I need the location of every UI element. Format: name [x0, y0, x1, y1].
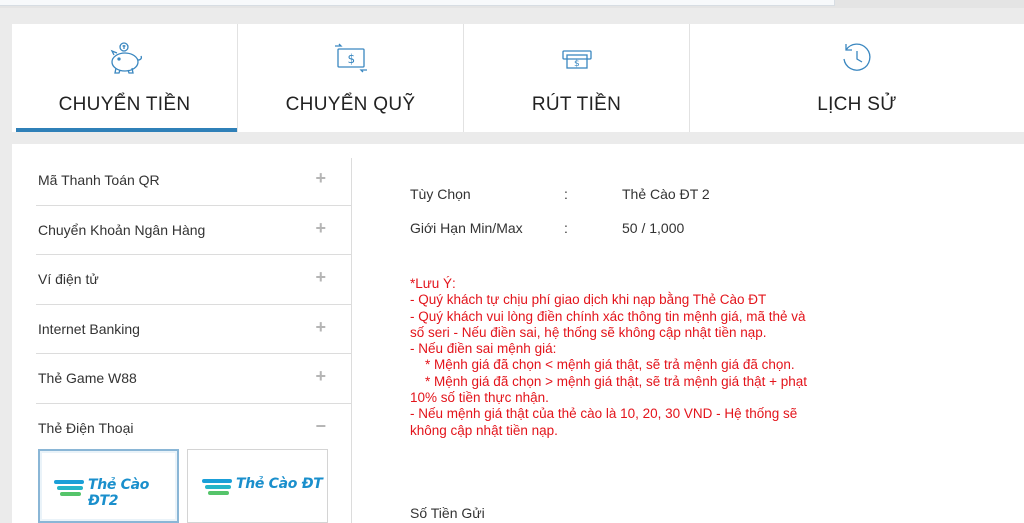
note-line: - Quý khách vui lòng điền chính xác thôn…: [410, 308, 810, 340]
sidebar-item-label: Mã Thanh Toán QR: [38, 172, 160, 188]
cash-withdraw-icon: $: [561, 50, 592, 69]
note-line: *Lưu Ý:: [410, 276, 456, 291]
sidebar-item-game-card[interactable]: Thẻ Game W88 +: [36, 354, 352, 404]
tab-label: CHUYỂN TIỀN: [58, 94, 191, 115]
amount-label: Số Tiền Gửi: [410, 505, 485, 521]
card-option-the-cao-dt[interactable]: Thẻ Cào ĐT: [187, 449, 328, 523]
sidebar-item-bank-transfer[interactable]: Chuyển Khoản Ngân Hàng +: [36, 206, 352, 255]
tab-label: CHUYỂN QUỸ: [285, 94, 416, 115]
sidebar-item-label: Thẻ Game W88: [38, 370, 137, 386]
card-logo-stripes: [54, 480, 84, 496]
sidebar-item-label: Chuyển Khoản Ngân Hàng: [38, 221, 206, 238]
tab-lich-su[interactable]: LỊCH SỬ: [690, 24, 1024, 132]
separator: :: [564, 220, 568, 236]
tab-chuyen-tien[interactable]: CHUYỂN TIỀN: [12, 24, 238, 132]
tab-label: LỊCH SỬ: [817, 94, 897, 115]
collapse-icon[interactable]: −: [315, 417, 326, 435]
sidebar-item-e-wallet[interactable]: Ví điện tử +: [36, 255, 352, 305]
note-line: - Nếu mệnh giá thật của thẻ cào là 10, 2…: [410, 406, 801, 438]
option-value: Thẻ Cào ĐT 2: [622, 186, 710, 202]
expand-icon[interactable]: +: [315, 367, 326, 385]
column-divider: [351, 158, 352, 523]
piggy-bank-icon: [110, 42, 142, 74]
card-option-label: Thẻ Cào ĐT: [236, 476, 323, 492]
sidebar-item-label: Thẻ Điện Thoại: [38, 419, 134, 436]
svg-text:$: $: [574, 59, 580, 69]
expand-icon[interactable]: +: [315, 219, 326, 237]
sidebar-item-label: Internet Banking: [38, 320, 140, 337]
top-strip: [0, 0, 1024, 8]
option-row: Tùy Chọn : Thẻ Cào ĐT 2: [410, 186, 830, 206]
sidebar-item-label: Ví điện tử: [38, 271, 99, 287]
option-label: Tùy Chọn: [410, 186, 471, 202]
main-tabs: CHUYỂN TIỀN $ CHUYỂN QUỸ $ RÚT TIỀN LỊCH…: [12, 24, 1024, 132]
limit-value: 50 / 1,000: [622, 220, 685, 236]
limit-row: Giới Hạn Min/Max : 50 / 1,000: [410, 220, 830, 240]
tab-label: RÚT TIỀN: [531, 94, 622, 115]
note-line: - Quý khách tự chịu phí giao dịch khi nạ…: [410, 292, 767, 308]
tab-rut-tien[interactable]: $ RÚT TIỀN: [464, 24, 690, 132]
warning-note: *Lưu Ý: - Quý khách tự chịu phí giao dịc…: [410, 276, 822, 439]
note-line: * Mệnh giá đã chọn > mệnh giá thật, sẽ t…: [410, 373, 811, 406]
card-option-label: Thẻ Cào ĐT2: [88, 477, 150, 509]
note-line: * Mệnh giá đã chọn < mệnh giá thật, sẽ t…: [410, 357, 795, 373]
note-line: - Nếu điền sai mệnh giá:: [410, 341, 557, 357]
sidebar-item-internet-banking[interactable]: Internet Banking +: [36, 305, 352, 354]
header-input-strip[interactable]: [0, 0, 835, 6]
tab-chuyen-quy[interactable]: $ CHUYỂN QUỸ: [238, 24, 464, 132]
history-clock-icon: [843, 43, 871, 71]
content-panel: Mã Thanh Toán QR + Chuyển Khoản Ngân Hàn…: [12, 144, 1024, 523]
expand-icon[interactable]: +: [315, 318, 326, 336]
money-transfer-icon: $: [334, 43, 367, 73]
sidebar-item-phone-card[interactable]: Thẻ Điện Thoại −: [36, 404, 352, 454]
expand-icon[interactable]: +: [315, 268, 326, 286]
expand-icon[interactable]: +: [315, 169, 326, 187]
sidebar-item-qr[interactable]: Mã Thanh Toán QR +: [36, 156, 352, 206]
svg-text:$: $: [347, 52, 355, 66]
limit-label: Giới Hạn Min/Max: [410, 220, 523, 236]
card-logo-stripes: [202, 479, 232, 495]
card-option-the-cao-dt2[interactable]: Thẻ Cào ĐT2: [38, 449, 179, 523]
payment-method-sidebar: Mã Thanh Toán QR + Chuyển Khoản Ngân Hàn…: [36, 156, 352, 453]
phone-card-options: Thẻ Cào ĐT2 Thẻ Cào ĐT: [38, 449, 328, 523]
separator: :: [564, 186, 568, 202]
